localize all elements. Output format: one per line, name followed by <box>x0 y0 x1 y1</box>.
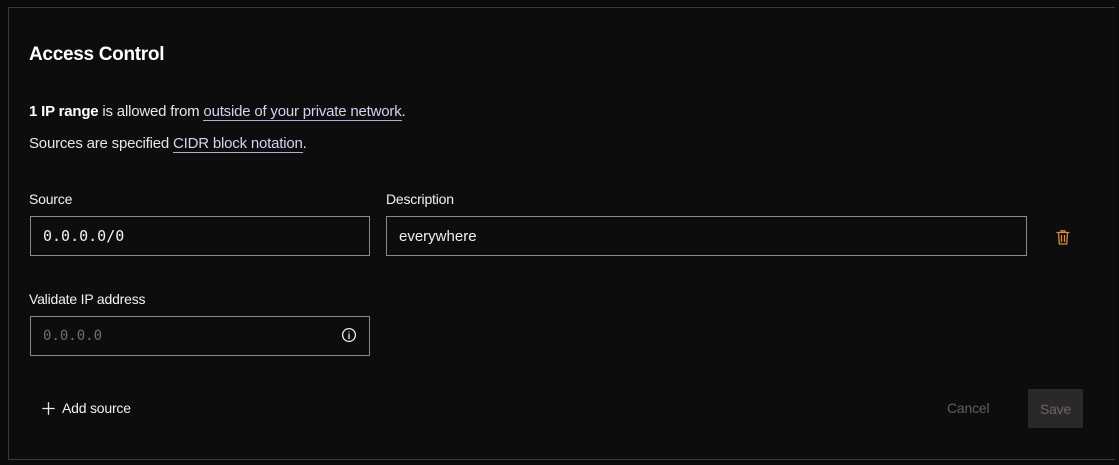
cancel-button[interactable]: Cancel <box>947 398 990 418</box>
access-control-panel: Access Control 1 IP range is allowed fro… <box>8 7 1115 460</box>
description-label: Description <box>386 191 454 207</box>
summary-period: . <box>401 103 406 120</box>
source-field <box>30 216 370 256</box>
add-source-label: Add source <box>62 400 131 416</box>
source-label: Source <box>29 191 73 207</box>
section-title: Access Control <box>29 44 165 65</box>
description-input[interactable] <box>387 217 1026 255</box>
validate-ip-input[interactable] <box>31 317 369 355</box>
info-icon[interactable] <box>341 327 357 343</box>
trash-icon[interactable] <box>1054 228 1072 246</box>
save-label: Save <box>1039 400 1072 417</box>
ip-range-summary: 1 IP range is allowed from outside of yo… <box>29 102 406 122</box>
save-button[interactable]: Save <box>1028 389 1083 428</box>
source-input[interactable] <box>31 217 369 255</box>
cidr-notation-note: Sources are specified CIDR block notatio… <box>29 134 307 154</box>
validate-ip-field <box>30 316 370 356</box>
add-source-button[interactable]: Add source <box>42 398 131 418</box>
ip-range-count: 1 IP range <box>29 103 99 120</box>
private-network-link[interactable]: outside of your private network <box>203 103 402 121</box>
cidr-notation-link[interactable]: CIDR block notation <box>173 135 303 153</box>
notation-period: . <box>302 135 307 152</box>
notation-text: Sources are specified <box>29 135 174 152</box>
description-field <box>386 216 1027 256</box>
validate-ip-label: Validate IP address <box>29 291 146 307</box>
plus-icon <box>42 401 55 415</box>
summary-text: is allowed from <box>98 103 204 120</box>
